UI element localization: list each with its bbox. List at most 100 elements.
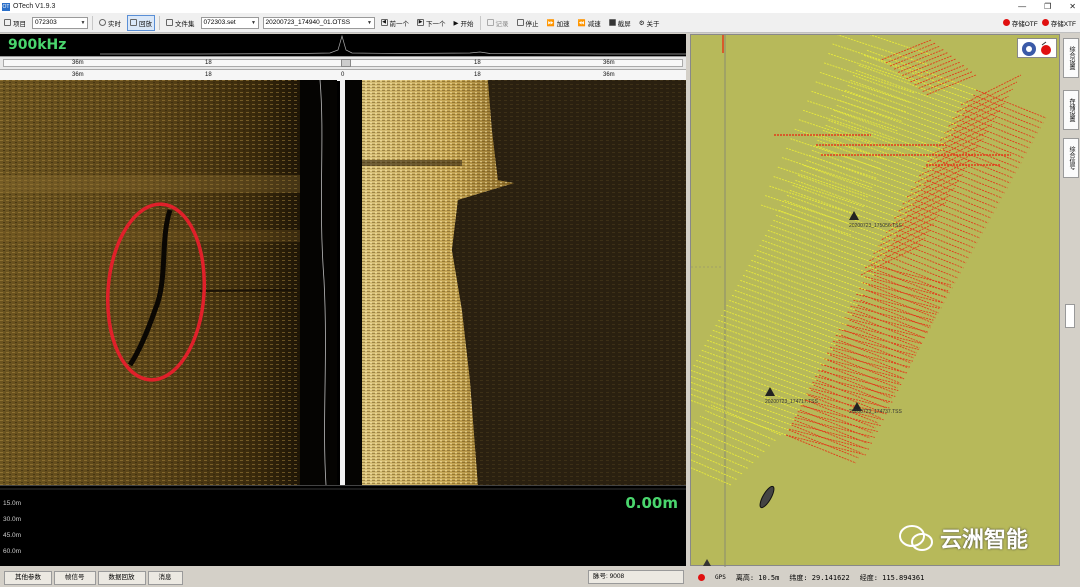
track-line	[730, 294, 842, 336]
track-line	[711, 329, 822, 371]
ruler-tick: 36m	[72, 72, 84, 78]
depth-tick: 30.0m	[3, 516, 22, 523]
slower-button[interactable]: ⏪ 减速	[576, 15, 603, 31]
track-line	[728, 299, 839, 341]
tab-storage-settings[interactable]: 存储设置	[1063, 90, 1079, 130]
track-line	[769, 224, 880, 266]
window-title: OTech V1.9.3	[13, 3, 56, 10]
track-line	[857, 304, 928, 334]
track-line	[699, 415, 771, 447]
prev-icon: ◀	[380, 19, 388, 26]
ruler-tick: 36m	[72, 60, 84, 66]
ruler-scroll-thumb[interactable]	[341, 59, 351, 67]
map-panel[interactable]: 20200723_175056.TSS 20200723_174717.TSS …	[660, 24, 1060, 567]
project-select[interactable]: 072303 ▼	[32, 16, 88, 29]
track-line	[925, 74, 977, 96]
track-line	[824, 364, 895, 394]
track-line	[774, 214, 886, 256]
fileset-select[interactable]: 072303.set ▼	[200, 16, 259, 29]
project-button[interactable]: 项目	[2, 15, 28, 31]
ruler-scrollbar[interactable]	[3, 59, 683, 67]
track-line	[722, 309, 833, 351]
track-line	[816, 379, 887, 409]
watermark-text: 云洲智能	[940, 527, 1029, 552]
track-line	[862, 294, 934, 324]
track-line	[934, 164, 1005, 194]
tab-general-settings[interactable]: 综合设置	[1063, 38, 1079, 78]
track-line	[948, 139, 1019, 169]
start-button[interactable]: ▶ 开始	[452, 15, 476, 31]
tab-other-params[interactable]: 其他参数	[4, 570, 52, 585]
stop-button[interactable]: 停止	[515, 15, 541, 31]
tab-messages[interactable]: 消息	[147, 570, 183, 585]
record-label: 记录	[495, 20, 509, 28]
tab-data-replay[interactable]: 数据回放	[97, 570, 146, 585]
target-label: 20200723_175056.TSS	[849, 223, 902, 229]
status-bar: GPS 离高: 10.5m 纬度: 29.141622 经度: 115.8943…	[690, 568, 1080, 587]
track-line	[797, 174, 908, 216]
realtime-button[interactable]: 实时	[97, 15, 123, 31]
maximize-icon[interactable]: ❐	[1044, 2, 1051, 11]
ruler-tick: 0	[341, 72, 345, 78]
depth-readout: 0.00m	[625, 494, 678, 512]
track-line	[725, 304, 836, 346]
track-line	[695, 359, 806, 401]
minimize-icon[interactable]: —	[1018, 2, 1026, 11]
fileset-value: 072303.set	[203, 19, 236, 26]
track-line	[703, 344, 814, 386]
start-label: 开始	[460, 20, 474, 28]
screenshot-label: 截屏	[617, 20, 631, 28]
prev-file-button[interactable]: ◀ 前一个	[379, 15, 412, 31]
close-icon[interactable]: ✕	[1069, 2, 1076, 11]
track-line	[890, 244, 961, 274]
range-ruler[interactable]: 36m 18 18 36m 36m 18 0 18 36m	[0, 56, 686, 81]
camera-icon	[608, 19, 616, 26]
about-button[interactable]: ⚙ 关于	[637, 15, 662, 31]
depth-tick: 45.0m	[3, 532, 22, 539]
save-otf-toggle[interactable]: 存储OTF	[1002, 18, 1038, 28]
track-line	[832, 109, 944, 151]
target-label: 20200723_174737.TSS	[849, 409, 902, 415]
separator	[479, 15, 481, 30]
track-line	[904, 219, 975, 249]
track-line	[898, 229, 970, 259]
track-line	[893, 239, 964, 269]
track-line	[706, 339, 817, 381]
record-button[interactable]: 记录	[485, 15, 511, 31]
track-line	[747, 264, 858, 306]
compass-widget[interactable]	[1017, 38, 1057, 58]
gps-label: GPS	[715, 574, 726, 581]
track-line	[895, 234, 967, 264]
origin-marker	[703, 559, 711, 566]
fast-forward-icon: ⏩	[546, 19, 555, 27]
separator	[159, 15, 160, 30]
track-line	[694, 421, 765, 453]
faster-button[interactable]: ⏩ 加速	[545, 15, 572, 31]
track-line	[714, 324, 825, 366]
side-collapse-button[interactable]	[1065, 304, 1075, 328]
track-line	[906, 214, 978, 244]
file-select[interactable]: 20200723_174940_01.OTSS ▼	[262, 16, 375, 29]
fileset-button[interactable]: 文件集	[164, 15, 197, 31]
track-line	[945, 144, 1016, 174]
wechat-icon	[899, 525, 933, 551]
screenshot-button[interactable]: 截屏	[607, 15, 633, 31]
sidescan-image[interactable]	[0, 79, 686, 486]
replay-button[interactable]: 回放	[127, 14, 155, 31]
track-line	[783, 199, 894, 241]
track-line	[791, 184, 902, 226]
track-line	[918, 194, 989, 224]
track-line	[860, 59, 971, 101]
target-label: 20200723_174717.TSS	[765, 399, 818, 405]
track-line	[777, 209, 889, 251]
track-line	[959, 119, 1030, 149]
ping-counter: 脉号: 9008	[588, 570, 684, 584]
track-line	[741, 274, 853, 316]
tab-general-signal[interactable]: 综合信号	[1063, 138, 1079, 178]
tab-frame-signal[interactable]: 帧信号	[54, 570, 96, 585]
next-file-button[interactable]: ▶ 下一个	[415, 15, 448, 31]
track-line	[865, 289, 937, 319]
track-line	[752, 254, 864, 296]
save-xtf-toggle[interactable]: 存储XTF	[1041, 18, 1076, 28]
fileset-label: 文件集	[175, 20, 195, 28]
